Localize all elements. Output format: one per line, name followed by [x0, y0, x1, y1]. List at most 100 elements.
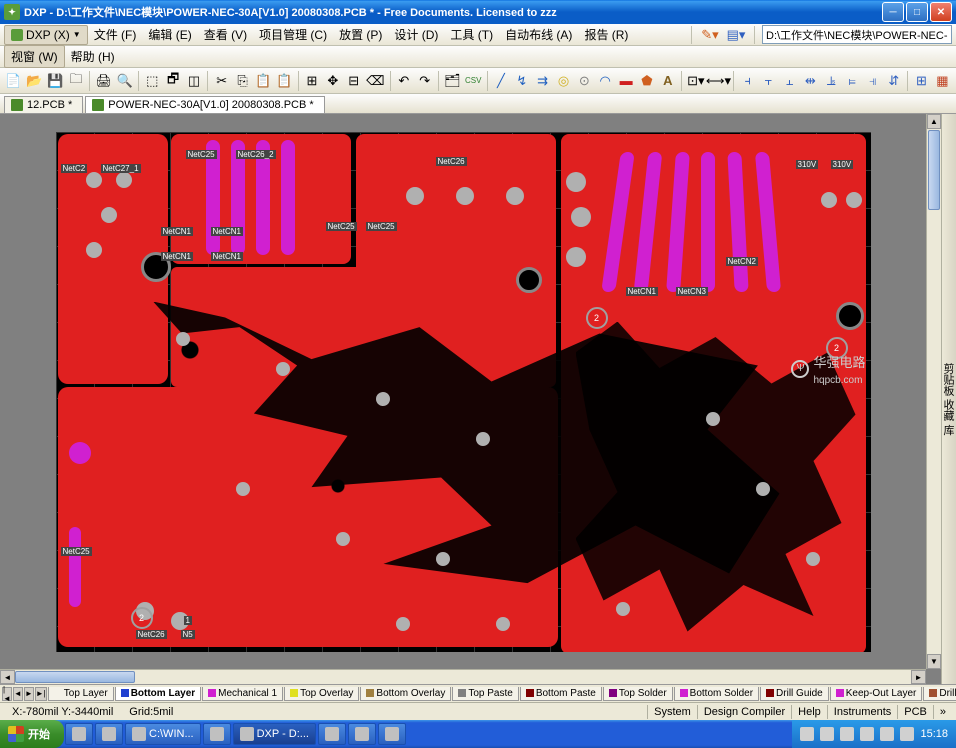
place-via-icon[interactable]: ⊙	[575, 70, 594, 92]
dist-h-icon[interactable]: ⇹	[801, 70, 820, 92]
layer-tab-keepout[interactable]: Keep-Out Layer	[830, 687, 923, 701]
side-panel[interactable]: 剪贴板 收藏 库	[941, 114, 956, 684]
browse-icon[interactable]: 🗂	[443, 70, 462, 92]
print-icon[interactable]: 🖨	[94, 70, 113, 92]
layer-tab-botsolder[interactable]: Bottom Solder	[674, 687, 759, 701]
menu-reports[interactable]: 报告 (R)	[578, 24, 634, 45]
redo-icon[interactable]: ↷	[415, 70, 434, 92]
layer-prev-icon[interactable]: ◄	[13, 687, 23, 701]
close-button[interactable]: ✕	[930, 2, 952, 22]
task-item[interactable]: C:\WIN...	[125, 723, 201, 745]
layer-tab-drillguide[interactable]: Drill Guide	[760, 687, 829, 701]
tool-stack-icon[interactable]: ▤▾	[725, 24, 747, 46]
status-help[interactable]: Help	[791, 705, 827, 719]
scroll-left-icon[interactable]: ◄	[0, 670, 15, 684]
layer-tab-mech1[interactable]: Mechanical 1	[202, 687, 283, 701]
csv-icon[interactable]: CSV	[464, 70, 483, 92]
align-bottom-icon[interactable]: ⫣	[863, 70, 882, 92]
tray-icon[interactable]	[900, 727, 914, 741]
align-left-icon[interactable]: ⫞	[738, 70, 757, 92]
align-top-icon[interactable]: ⫡	[822, 70, 841, 92]
place-string-icon[interactable]: A	[658, 70, 677, 92]
tab-power-nec[interactable]: POWER-NEC-30A[V1.0] 20080308.PCB *	[85, 96, 324, 113]
place-pad-icon[interactable]: ◎	[554, 70, 573, 92]
task-item[interactable]	[348, 723, 376, 745]
menu-help[interactable]: 帮助 (H)	[65, 46, 121, 67]
menu-design[interactable]: 设计 (D)	[388, 24, 444, 45]
preview-icon[interactable]: 🔍	[115, 70, 134, 92]
scroll-h-thumb[interactable]	[15, 671, 135, 683]
scroll-right-icon[interactable]: ►	[911, 670, 926, 684]
horizontal-scrollbar[interactable]: ◄ ►	[0, 669, 926, 684]
layer-next-icon[interactable]: ►	[24, 687, 34, 701]
maximize-button[interactable]: □	[906, 2, 928, 22]
start-button[interactable]: 开始	[0, 720, 64, 748]
new-icon[interactable]: 📄	[4, 70, 23, 92]
align-right-icon[interactable]: ⫠	[780, 70, 799, 92]
status-compiler[interactable]: Design Compiler	[697, 705, 791, 719]
layer-tab-botpaste[interactable]: Bottom Paste	[520, 687, 602, 701]
layer-tab-topsolder[interactable]: Top Solder	[603, 687, 673, 701]
menu-tools[interactable]: 工具 (T)	[444, 24, 499, 45]
status-system[interactable]: System	[647, 705, 697, 719]
layer-tab-toppaste[interactable]: Top Paste	[452, 687, 518, 701]
quicklaunch-item[interactable]	[65, 723, 93, 745]
tray-icon[interactable]	[840, 727, 854, 741]
tray-icon[interactable]	[820, 727, 834, 741]
status-chevron-icon[interactable]: »	[933, 705, 952, 719]
cut-icon[interactable]: ✂	[212, 70, 231, 92]
place-track-icon[interactable]: ↯	[512, 70, 531, 92]
status-instruments[interactable]: Instruments	[827, 705, 897, 719]
layer-tab-bottom[interactable]: Bottom Layer	[115, 687, 201, 701]
layer-tab-botoverlay[interactable]: Bottom Overlay	[360, 687, 451, 701]
place-arc-icon[interactable]: ◠	[596, 70, 615, 92]
menu-project[interactable]: 项目管理 (C)	[253, 24, 333, 45]
place-diff-icon[interactable]: ⇉	[533, 70, 552, 92]
tray-icon[interactable]	[860, 727, 874, 741]
align-hcenter-icon[interactable]: ⫟	[759, 70, 778, 92]
layer-tab-topoverlay[interactable]: Top Overlay	[284, 687, 359, 701]
vertical-scrollbar[interactable]: ▲ ▼	[926, 114, 941, 669]
place-line-icon[interactable]: ╱	[491, 70, 510, 92]
menu-file[interactable]: 文件 (F)	[88, 24, 143, 45]
clear-icon[interactable]: ⌫	[365, 70, 385, 92]
zoom-area-icon[interactable]: ⬚	[143, 70, 162, 92]
deselect-icon[interactable]: ⊟	[344, 70, 363, 92]
place-component-icon[interactable]: ⊡▾	[686, 70, 705, 92]
scroll-up-icon[interactable]: ▲	[927, 114, 941, 129]
minimize-button[interactable]: ─	[882, 2, 904, 22]
status-pcb[interactable]: PCB	[897, 705, 933, 719]
layer-last-icon[interactable]: ►|	[35, 687, 47, 701]
scroll-v-thumb[interactable]	[928, 130, 940, 210]
rooms-icon[interactable]: ▦	[933, 70, 952, 92]
paste-icon[interactable]: 📋	[254, 70, 273, 92]
move-icon[interactable]: ✥	[323, 70, 342, 92]
folder-icon[interactable]: 🗀	[67, 70, 86, 92]
align-grid-icon[interactable]: ⊞	[912, 70, 931, 92]
menu-window[interactable]: 视窗 (W)	[4, 45, 65, 68]
place-dimension-icon[interactable]: ⟷▾	[707, 70, 729, 92]
menu-view[interactable]: 查看 (V)	[198, 24, 253, 45]
open-icon[interactable]: 📂	[25, 70, 44, 92]
dist-v-icon[interactable]: ⇵	[884, 70, 903, 92]
save-icon[interactable]: 💾	[46, 70, 65, 92]
menu-edit[interactable]: 编辑 (E)	[142, 24, 197, 45]
tab-12pcb[interactable]: 12.PCB *	[4, 96, 83, 113]
paste-special-icon[interactable]: 📋	[275, 70, 294, 92]
align-vcenter-icon[interactable]: ⫢	[843, 70, 862, 92]
place-poly-icon[interactable]: ⬟	[638, 70, 657, 92]
zoom-select-icon[interactable]: ◫	[185, 70, 204, 92]
layer-tab-top[interactable]: Top Layer	[48, 687, 114, 701]
quicklaunch-item[interactable]	[95, 723, 123, 745]
select-inside-icon[interactable]: ⊞	[303, 70, 322, 92]
tool-pencil-icon[interactable]: ✎▾	[699, 24, 721, 46]
clock[interactable]: 15:18	[920, 728, 948, 740]
layer-first-icon[interactable]: |◄	[2, 687, 12, 701]
task-item-dxp[interactable]: DXP - D:...	[233, 723, 316, 745]
undo-icon[interactable]: ↶	[394, 70, 413, 92]
task-item[interactable]	[318, 723, 346, 745]
scroll-down-icon[interactable]: ▼	[927, 654, 941, 669]
task-item[interactable]	[203, 723, 231, 745]
canvas-viewport[interactable]: 2 2 2 NetC2 NetC27_1 NetC25 NetC26_2 Net…	[0, 114, 926, 669]
tray-icon[interactable]	[880, 727, 894, 741]
